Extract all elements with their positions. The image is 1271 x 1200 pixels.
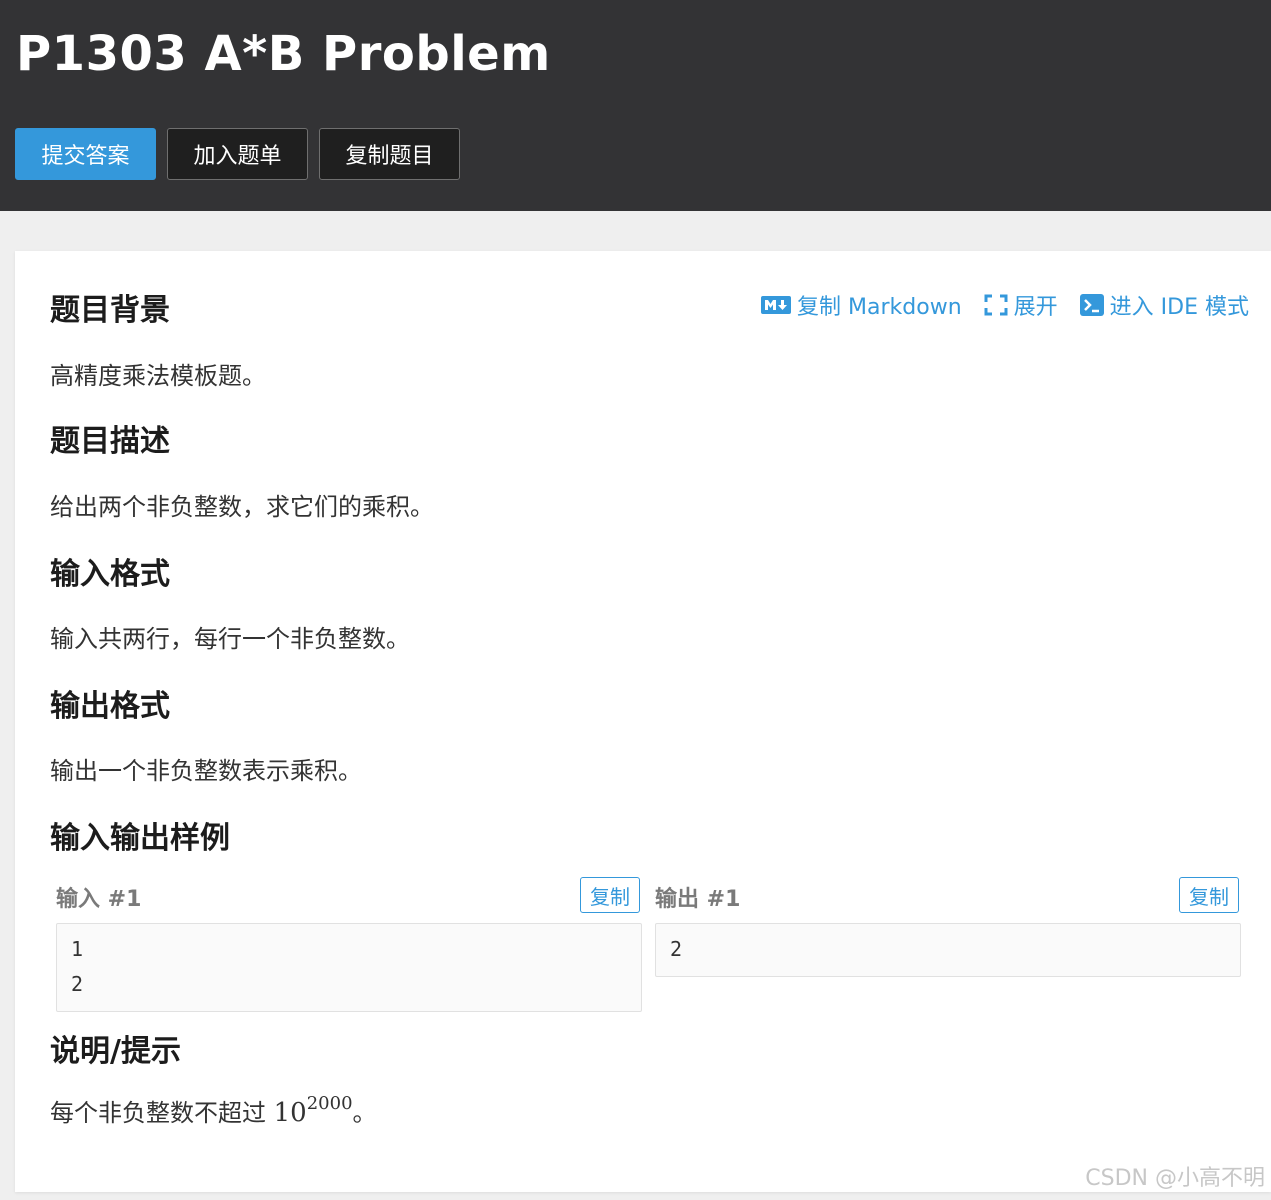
submit-answer-button[interactable]: 提交答案 xyxy=(15,128,156,180)
expand-icon xyxy=(984,294,1008,316)
expand-link[interactable]: 展开 xyxy=(984,289,1058,321)
add-to-list-button[interactable]: 加入题单 xyxy=(167,128,308,180)
terminal-icon xyxy=(1079,294,1104,316)
samples-heading: 输入输出样例 xyxy=(50,821,230,856)
problem-content-card: 复制 Markdown 展开 进入 IDE 模式 题目背景 高精度乘法模板题。 … xyxy=(15,251,1271,1192)
hint-math: 102000 xyxy=(273,1093,353,1128)
hint-heading: 说明/提示 xyxy=(50,1034,181,1069)
sample-output-line: 2 xyxy=(670,937,683,961)
math-base: 10 xyxy=(273,1098,307,1128)
watermark: CSDN @小高不明 xyxy=(1085,1166,1265,1191)
hint-text-after: 。 xyxy=(352,1099,377,1127)
input-format-heading: 输入格式 xyxy=(50,557,170,592)
input-format-text: 输入共两行，每行一个非负整数。 xyxy=(50,625,410,653)
description-heading: 题目描述 xyxy=(50,424,170,459)
sample-input-line: 1 xyxy=(71,937,84,961)
copy-problem-button[interactable]: 复制题目 xyxy=(319,128,460,180)
ide-mode-label: 进入 IDE 模式 xyxy=(1109,295,1249,320)
background-text: 高精度乘法模板题。 xyxy=(50,362,266,390)
copy-input-button[interactable]: 复制 xyxy=(580,877,640,913)
output-format-text: 输出一个非负整数表示乘积。 xyxy=(50,757,362,785)
sample-output-box[interactable]: 2 xyxy=(655,923,1241,977)
output-format-heading: 输出格式 xyxy=(50,689,170,724)
problem-header: P1303 A*B Problem 提交答案 加入题单 复制题目 xyxy=(0,0,1271,211)
sample-input-label: 输入 #1 xyxy=(56,887,142,912)
copy-markdown-link[interactable]: 复制 Markdown xyxy=(761,289,962,321)
ide-mode-link[interactable]: 进入 IDE 模式 xyxy=(1079,289,1249,321)
sample-input-box[interactable]: 1 2 xyxy=(56,923,642,1012)
markdown-icon xyxy=(761,296,792,314)
copy-output-button[interactable]: 复制 xyxy=(1179,877,1239,913)
sample-output-label: 输出 #1 xyxy=(655,887,741,912)
problem-toolbar: 复制 Markdown 展开 进入 IDE 模式 xyxy=(761,289,1249,321)
description-text: 给出两个非负整数，求它们的乘积。 xyxy=(50,493,434,521)
expand-label: 展开 xyxy=(1013,295,1058,320)
hint-text: 每个非负整数不超过 102000。 xyxy=(50,1093,377,1128)
hint-text-before: 每个非负整数不超过 xyxy=(50,1099,274,1127)
sample-input-line: 2 xyxy=(71,972,84,996)
background-heading: 题目背景 xyxy=(50,293,170,328)
copy-markdown-label: 复制 Markdown xyxy=(797,295,962,320)
math-exponent: 2000 xyxy=(306,1093,353,1114)
problem-title: P1303 A*B Problem xyxy=(16,26,551,82)
